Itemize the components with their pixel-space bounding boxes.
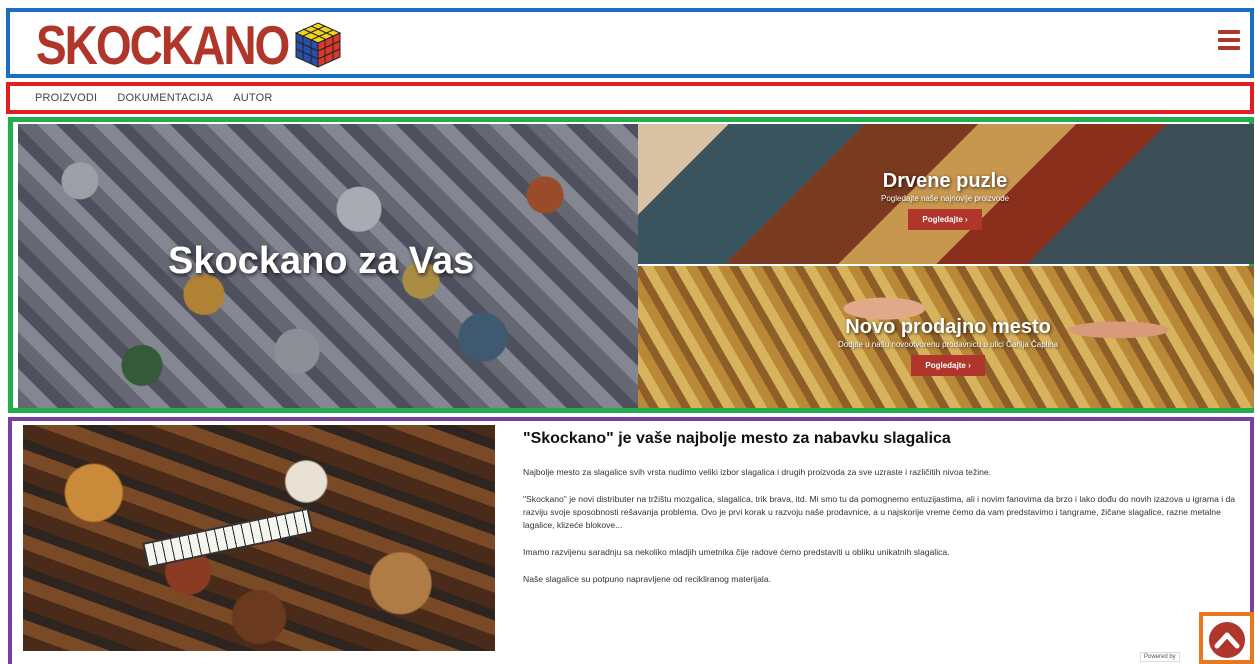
chevron-up-icon	[1214, 632, 1240, 649]
menu-bar	[1218, 46, 1240, 50]
logo-text: SKOCKANO	[36, 14, 290, 76]
hamburger-menu-icon[interactable]	[1218, 30, 1240, 56]
about-heading: "Skockano" je vaše najbolje mesto za nab…	[523, 430, 951, 447]
menu-bar	[1218, 30, 1240, 34]
main-nav: PROIZVODI DOKUMENTACIJA AUTOR	[6, 82, 1254, 114]
site-header: SKOCKANO	[6, 8, 1254, 78]
back-to-top-frame	[1199, 612, 1254, 664]
panel-title: Novo prodajno mesto	[845, 316, 1051, 338]
hero-panel-new-store[interactable]: Novo prodajno mesto Dodjite u našu novoo…	[638, 266, 1254, 408]
hero-section: Skockano za Vas Drvene puzle Pogledajte …	[8, 117, 1254, 413]
about-text: "Skockano" je vaše najbolje mesto za nab…	[523, 430, 1238, 600]
panel-caption: Novo prodajno mesto Dodjite u našu novoo…	[838, 316, 1058, 376]
about-paragraph: "Skockano" je novi distributer na tržišt…	[523, 494, 1236, 530]
about-paragraph: Imamo razvijenu saradnju sa nekoliko mla…	[523, 547, 950, 557]
panel-caption: Drvene puzle Pogledajte naše najnovije p…	[881, 170, 1009, 230]
hero-main-title: Skockano za Vas	[168, 240, 475, 282]
about-section: "Skockano" je vaše najbolje mesto za nab…	[8, 417, 1254, 664]
view-wooden-puzzles-button[interactable]: Pogledajte ›	[908, 209, 982, 230]
view-new-store-button[interactable]: Pogledajte ›	[911, 355, 985, 376]
nav-item-autor[interactable]: AUTOR	[233, 92, 272, 104]
rubik-cube-icon	[295, 22, 342, 68]
about-paragraph: Najbolje mesto za slagalice svih vrsta n…	[523, 467, 992, 477]
puzzles-collection-image	[23, 425, 495, 651]
panel-subtitle: Dodjite u našu novootvorenu prodavnicu u…	[838, 340, 1059, 349]
nav-item-proizvodi[interactable]: PROIZVODI	[35, 92, 97, 104]
hero-panel-wooden-puzzles[interactable]: Drvene puzle Pogledajte naše najnovije p…	[638, 124, 1254, 264]
back-to-top-button[interactable]	[1209, 622, 1245, 658]
about-paragraph: Naše slagalice su potpuno napravljene od…	[523, 574, 771, 584]
nav-item-dokumentacija[interactable]: DOKUMENTACIJA	[117, 92, 213, 104]
piano-keyboard-puzzle	[142, 507, 314, 569]
site-logo[interactable]: SKOCKANO	[36, 16, 342, 74]
powered-by-badge[interactable]: Powered by	[1140, 652, 1180, 662]
panel-title: Drvene puzle	[882, 170, 1008, 192]
panel-subtitle: Pogledajte naše najnovije proizvode	[881, 194, 1010, 203]
menu-bar	[1218, 38, 1240, 42]
